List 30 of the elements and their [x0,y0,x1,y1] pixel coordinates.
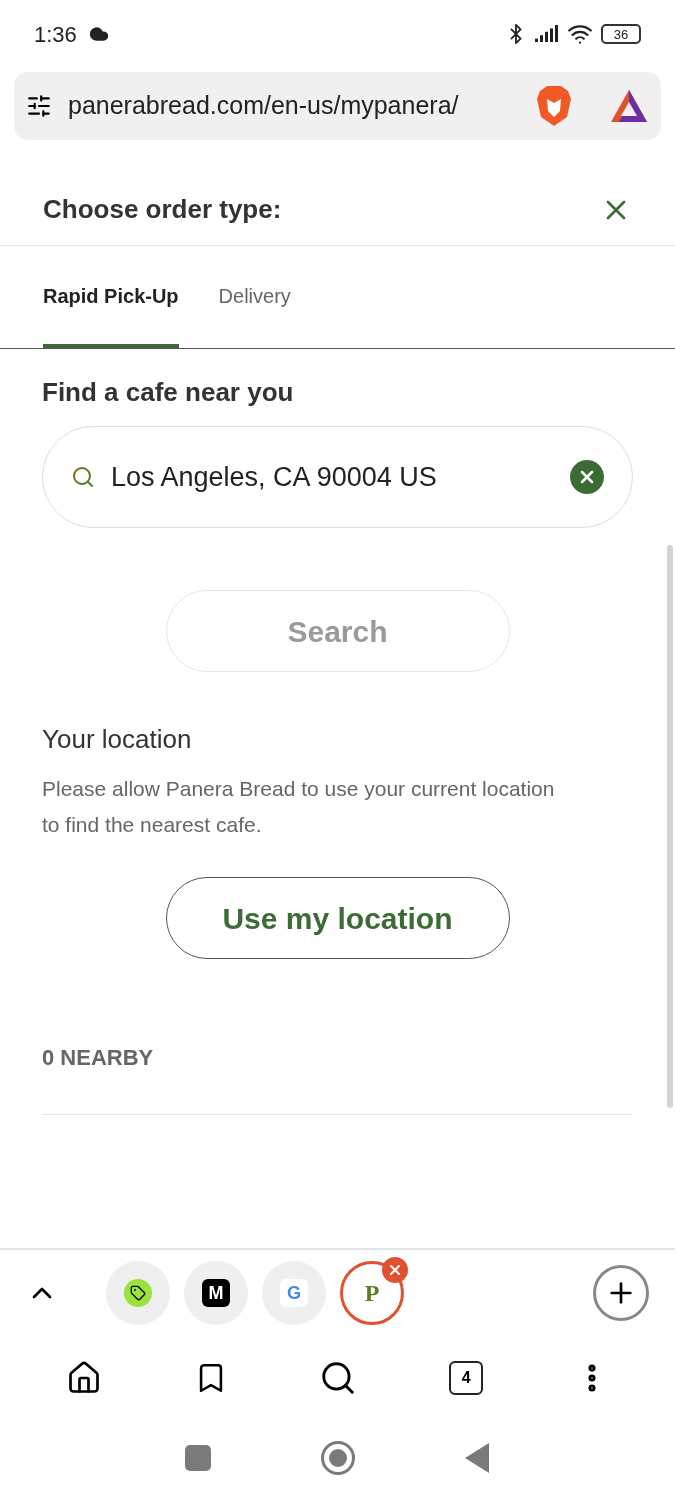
tab-count[interactable]: 4 [449,1361,484,1395]
signal-icon [533,24,561,44]
new-tab-button[interactable] [593,1265,649,1321]
cloud-icon [88,24,109,44]
close-icon[interactable] [382,1257,408,1283]
recents-icon[interactable] [184,1445,211,1471]
order-type-tab[interactable]: Delivery [218,248,291,348]
section-heading: Find a cafe near you [42,376,295,409]
order-type-tab[interactable]: Rapid Pick-Up [43,248,179,348]
back-icon[interactable] [464,1443,491,1473]
battery-icon: 36 [601,24,641,44]
site-logo-icon: M [202,1279,230,1307]
browser-tab[interactable]: M [184,1261,248,1325]
triangle-logo-icon[interactable] [609,88,649,124]
clear-icon[interactable] [570,460,604,494]
url-text: panerabread.com/en-us/mypanera/ [68,90,459,122]
browser-tab[interactable]: G [262,1261,326,1325]
browser-tab[interactable]: P [340,1261,404,1325]
nearby-count: 0 NEARBY [42,1041,633,1115]
address-bar[interactable]: panerabread.com/en-us/mypanera/ [14,72,661,140]
site-logo-icon: G [280,1279,308,1307]
lion-shield-icon[interactable] [535,85,573,127]
clock: 1:36 [34,20,77,49]
site-settings-icon[interactable] [26,93,52,119]
dialog-title: Choose order type: [43,193,282,226]
search-icon [71,465,95,489]
section-heading: Your location [42,723,193,756]
search-input[interactable]: Los Angeles, CA 90004 US [111,456,570,498]
location-message: Please allow Panera Bread to use your current location to find the nearest cafe. [42,776,556,838]
tag-icon [124,1279,152,1307]
